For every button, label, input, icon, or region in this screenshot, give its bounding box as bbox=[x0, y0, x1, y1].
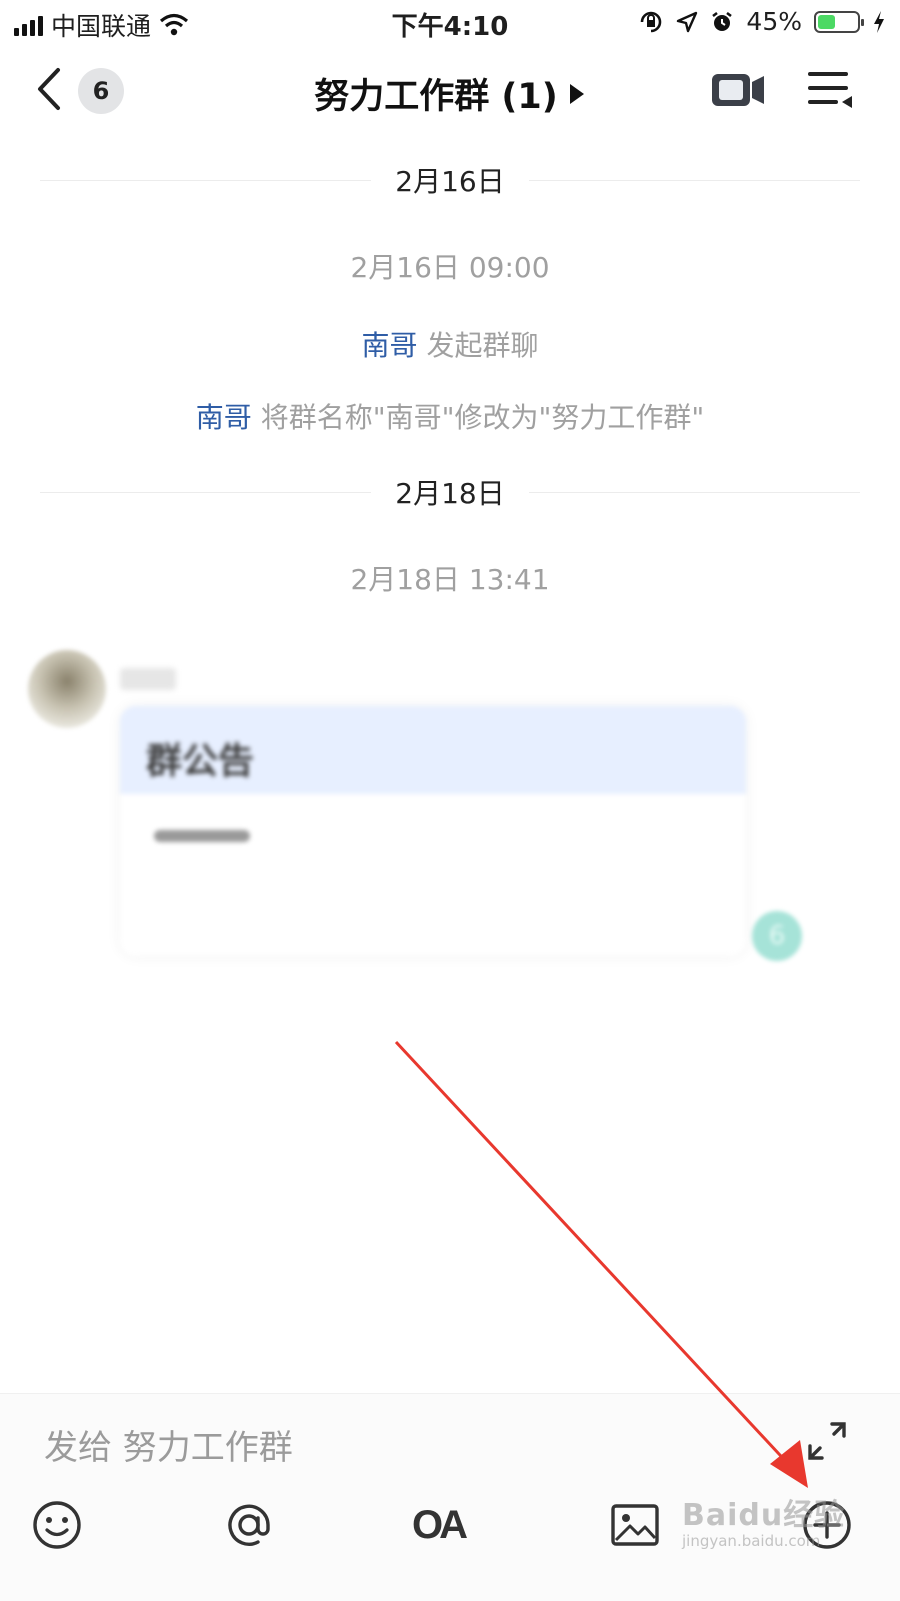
charging-icon bbox=[874, 10, 884, 33]
card-header: 群公告 bbox=[120, 706, 746, 794]
system-message-create: 南哥 发起群聊 bbox=[0, 324, 900, 364]
emoji-icon[interactable] bbox=[30, 1498, 84, 1552]
card-body bbox=[154, 830, 250, 842]
card-title: 群公告 bbox=[146, 741, 255, 782]
play-triangle-icon bbox=[569, 83, 584, 104]
battery-percent: 45% bbox=[746, 7, 802, 36]
battery-icon bbox=[814, 10, 864, 33]
expand-icon[interactable] bbox=[806, 1420, 848, 1462]
member-name-link[interactable]: 南哥 bbox=[196, 401, 252, 434]
watermark-url: jingyan.baidu.com bbox=[682, 1532, 821, 1550]
status-right: 45% bbox=[638, 7, 886, 36]
timestamp: 2月16日 09:00 bbox=[350, 251, 550, 284]
video-call-icon[interactable] bbox=[710, 70, 766, 110]
status-bar: 中国联通 下午4:10 45% bbox=[0, 0, 900, 44]
nav-bar: 6 努力工作群 (1) bbox=[0, 50, 900, 130]
message-input[interactable] bbox=[42, 1422, 746, 1474]
location-icon bbox=[677, 11, 698, 32]
orientation-lock-icon bbox=[641, 11, 662, 32]
date-label: 2月18日 bbox=[395, 477, 505, 510]
member-name-link[interactable]: 南哥 bbox=[362, 329, 418, 362]
group-announcement-card[interactable]: 群公告 bbox=[120, 706, 746, 956]
read-status-icon[interactable]: 6 bbox=[752, 911, 802, 961]
image-icon[interactable] bbox=[608, 1498, 662, 1552]
system-message-rename: 南哥 将群名称"南哥"修改为"努力工作群" bbox=[0, 396, 900, 436]
date-separator: 2月18日 bbox=[40, 472, 861, 512]
chat-title-text: 努力工作群 (1) bbox=[314, 77, 558, 117]
timestamp: 2月18日 13:41 bbox=[350, 563, 550, 596]
watermark-brand: Baidu经验 bbox=[682, 1498, 846, 1533]
avatar[interactable] bbox=[28, 650, 106, 728]
oa-icon[interactable]: OA bbox=[412, 1498, 468, 1552]
menu-icon[interactable] bbox=[806, 68, 854, 112]
at-icon[interactable] bbox=[222, 1498, 276, 1552]
watermark: Baidu经验 jingyan.baidu.com bbox=[682, 1490, 845, 1550]
sender-name bbox=[120, 668, 176, 690]
system-message-text: 将群名称"南哥"修改为"努力工作群" bbox=[251, 401, 705, 434]
date-separator: 2月16日 bbox=[40, 160, 861, 200]
alarm-icon bbox=[712, 11, 733, 31]
system-message-text: 发起群聊 bbox=[417, 329, 539, 362]
date-label: 2月16日 bbox=[395, 165, 505, 198]
